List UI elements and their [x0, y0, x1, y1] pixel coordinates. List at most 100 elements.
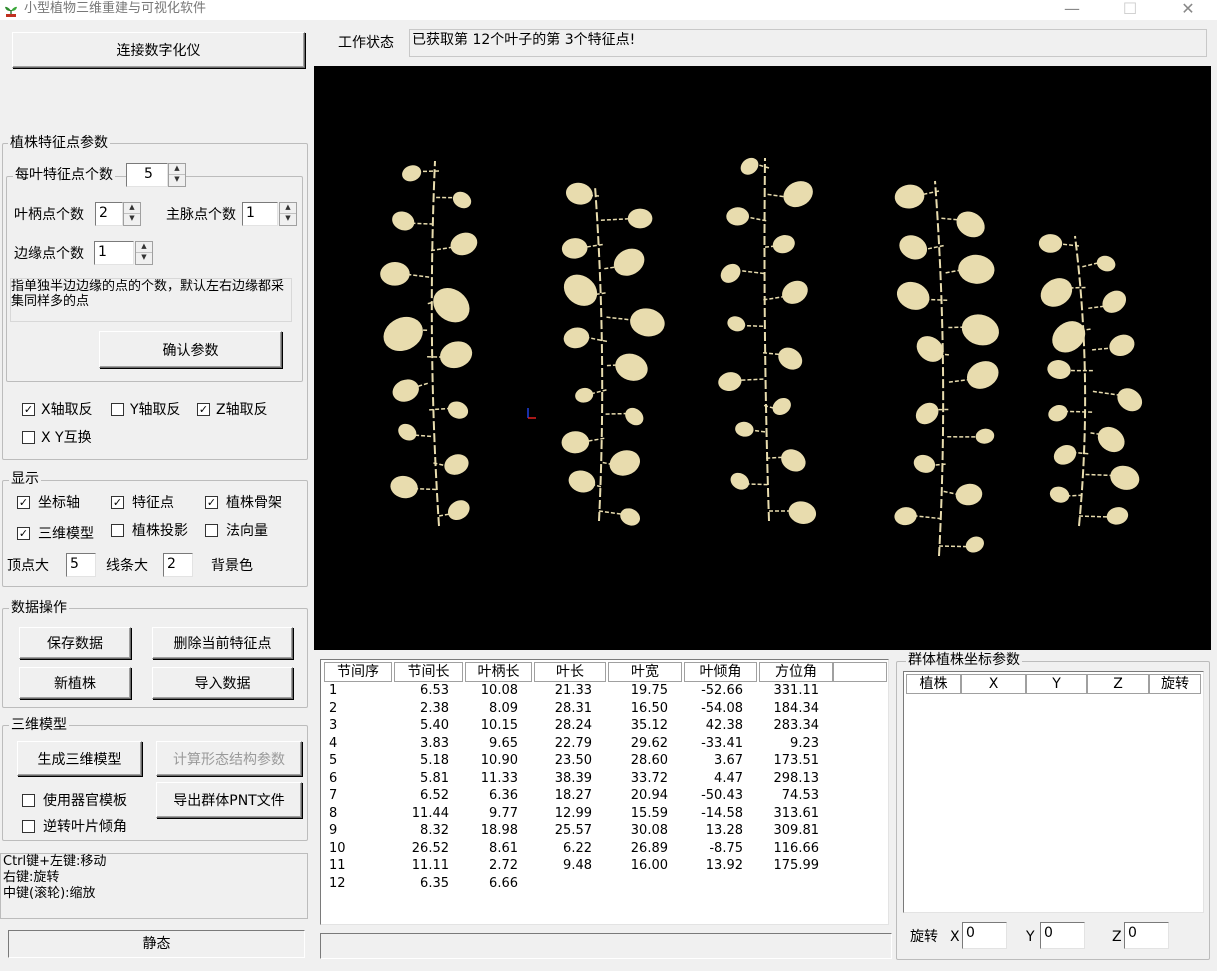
feature-points-checkbox[interactable]: ✓ — [111, 496, 124, 509]
table-cell: 8.61 — [489, 840, 518, 856]
edge-hint-text: 指单独半边边缘的点的个数，默认左右边缘都采集同样多的点 — [10, 278, 292, 322]
y-invert-checkbox[interactable] — [111, 403, 124, 416]
table-row[interactable]: 6 5.81 11.33 38.39 33.72 4.47 298.13 — [321, 770, 881, 787]
connect-digitizer-button[interactable]: 连接数字化仪 — [12, 32, 305, 68]
leaf-blade — [1048, 404, 1068, 422]
leaf-param-table[interactable]: 节间序 节间长 叶柄长 叶长 叶宽 叶倾角 方位角 1 6.53 10.08 21.33 19.75… — [320, 659, 889, 925]
column-header[interactable]: 节间长 — [394, 662, 463, 682]
table-row[interactable]: 10 26.52 8.61 6.22 26.89 -8.75 116.66 — [321, 840, 881, 857]
save-data-button[interactable]: 保存数据 — [19, 627, 131, 659]
spin-up-icon[interactable]: ▲ — [136, 242, 152, 253]
leaf-blade — [726, 207, 750, 226]
table-cell: -54.08 — [701, 700, 743, 716]
normals-checkbox[interactable] — [205, 524, 218, 537]
table-row[interactable]: 7 6.52 6.36 18.27 20.94 -50.43 74.53 — [321, 787, 881, 804]
spin-up-icon[interactable]: ▲ — [169, 164, 185, 175]
confirm-params-button[interactable]: 确认参数 — [99, 331, 282, 368]
table-row[interactable]: 11 11.11 2.72 9.48 16.00 13.92 175.99 — [321, 857, 881, 874]
leaf-blade — [1106, 507, 1129, 525]
x-invert-checkbox[interactable]: ✓ — [22, 403, 35, 416]
leaf-blade — [735, 421, 754, 437]
per-leaf-count-input[interactable]: 5 — [126, 163, 168, 187]
spin-down-icon[interactable]: ▼ — [280, 214, 296, 225]
minimize-button[interactable]: — — [1052, 0, 1092, 20]
table-row[interactable]: 1 6.53 10.08 21.33 19.75 -52.66 331.11 — [321, 682, 881, 699]
column-header[interactable]: 叶柄长 — [465, 662, 532, 682]
table-row[interactable]: 4 3.83 9.65 22.79 29.62 -33.41 9.23 — [321, 735, 881, 752]
coord-column-header[interactable]: Y — [1026, 674, 1087, 694]
column-header[interactable]: 叶长 — [534, 662, 606, 682]
y-coord-input[interactable]: 0 — [1040, 922, 1085, 949]
table-cell: 11.44 — [411, 805, 449, 821]
table-cell: 22.79 — [554, 735, 592, 751]
projection-checkbox[interactable] — [111, 524, 124, 537]
table-cell: 173.51 — [773, 753, 820, 768]
maximize-button[interactable]: ☐ — [1110, 0, 1150, 20]
line-size-input[interactable]: 2 — [163, 553, 193, 577]
xy-swap-label: X Y互换 — [41, 430, 92, 446]
table-row[interactable]: 9 8.32 18.98 25.57 30.08 13.28 309.81 — [321, 822, 881, 839]
xy-swap-checkbox[interactable] — [22, 431, 35, 444]
column-header[interactable]: 叶倾角 — [684, 662, 757, 682]
plant-coords-table[interactable]: 植株 X Y Z 旋转 — [903, 671, 1204, 913]
per-leaf-spinner[interactable]: ▲ ▼ — [168, 163, 186, 187]
bg-color-label[interactable]: 背景色 — [211, 557, 253, 575]
axes-checkbox[interactable]: ✓ — [17, 496, 30, 509]
coord-column-header[interactable]: Z — [1087, 674, 1149, 694]
midrib-count-input[interactable]: 1 — [242, 202, 278, 226]
leaf-blade — [613, 248, 645, 276]
leaf-blade — [1053, 445, 1077, 465]
vertex-size-input[interactable]: 5 — [66, 553, 96, 577]
table-row[interactable]: 8 11.44 9.77 12.99 15.59 -14.58 313.61 — [321, 805, 881, 822]
leaf-blade — [782, 280, 808, 304]
compute-params-button[interactable]: 计算形态结构参数 — [156, 741, 302, 776]
import-data-button[interactable]: 导入数据 — [152, 667, 293, 699]
leaf-blade — [958, 254, 995, 284]
coord-column-header[interactable]: 植株 — [906, 674, 961, 694]
delete-point-button[interactable]: 删除当前特征点 — [152, 627, 293, 659]
model3d-checkbox[interactable]: ✓ — [17, 527, 30, 540]
spin-down-icon[interactable]: ▼ — [124, 214, 140, 225]
midrib-spinner[interactable]: ▲ ▼ — [279, 202, 297, 226]
plant-model — [380, 160, 478, 527]
coord-column-header[interactable]: 旋转 — [1149, 674, 1201, 694]
z-coord-input[interactable]: 0 — [1124, 922, 1169, 949]
generate-model-button[interactable]: 生成三维模型 — [17, 741, 142, 776]
reverse-leaf-checkbox[interactable] — [22, 820, 35, 833]
spin-up-icon[interactable]: ▲ — [124, 203, 140, 214]
spin-up-icon[interactable]: ▲ — [280, 203, 296, 214]
x-coord-input[interactable]: 0 — [962, 922, 1007, 949]
petiole-spinner[interactable]: ▲ ▼ — [123, 202, 141, 226]
edge-spinner[interactable]: ▲ ▼ — [135, 241, 153, 265]
line-size-label: 线条大 — [106, 558, 148, 574]
export-pnt-button[interactable]: 导出群体PNT文件 — [156, 782, 302, 818]
close-button[interactable]: ✕ — [1168, 0, 1208, 20]
table-row[interactable]: 2 2.38 8.09 28.31 16.50 -54.08 184.34 — [321, 700, 881, 717]
table-row[interactable]: 3 5.40 10.15 28.24 35.12 42.38 283.34 — [321, 717, 881, 734]
use-template-checkbox[interactable] — [22, 794, 35, 807]
leaf-blade — [975, 428, 995, 444]
3d-viewport[interactable] — [314, 66, 1211, 650]
column-header[interactable]: 方位角 — [759, 662, 833, 682]
table-cell: 13.92 — [705, 858, 743, 873]
new-plant-button[interactable]: 新植株 — [19, 667, 131, 699]
leaf-blade — [894, 184, 925, 209]
column-header[interactable]: 节间序 — [324, 662, 392, 682]
table-row[interactable]: 5 5.18 10.90 23.50 28.60 3.67 173.51 — [321, 752, 881, 769]
z-invert-checkbox[interactable]: ✓ — [197, 403, 210, 416]
skeleton-checkbox[interactable]: ✓ — [205, 496, 218, 509]
table-row[interactable]: 12 6.35 6.66 — [321, 875, 881, 892]
table-cell: -52.66 — [701, 683, 743, 698]
petiole-count-input[interactable]: 2 — [95, 202, 123, 226]
spin-down-icon[interactable]: ▼ — [136, 253, 152, 264]
table-cell: 9.65 — [489, 735, 518, 751]
midrib-count-label: 主脉点个数 — [166, 207, 236, 223]
coord-column-header[interactable]: X — [961, 674, 1026, 694]
app-icon — [5, 6, 17, 17]
column-header[interactable]: 叶宽 — [608, 662, 682, 682]
table-cell: 309.81 — [773, 823, 820, 838]
spin-down-icon[interactable]: ▼ — [169, 175, 185, 186]
leaf-blade — [1102, 290, 1127, 313]
edge-count-input[interactable]: 1 — [94, 241, 134, 265]
table-cell: 283.34 — [773, 718, 820, 733]
